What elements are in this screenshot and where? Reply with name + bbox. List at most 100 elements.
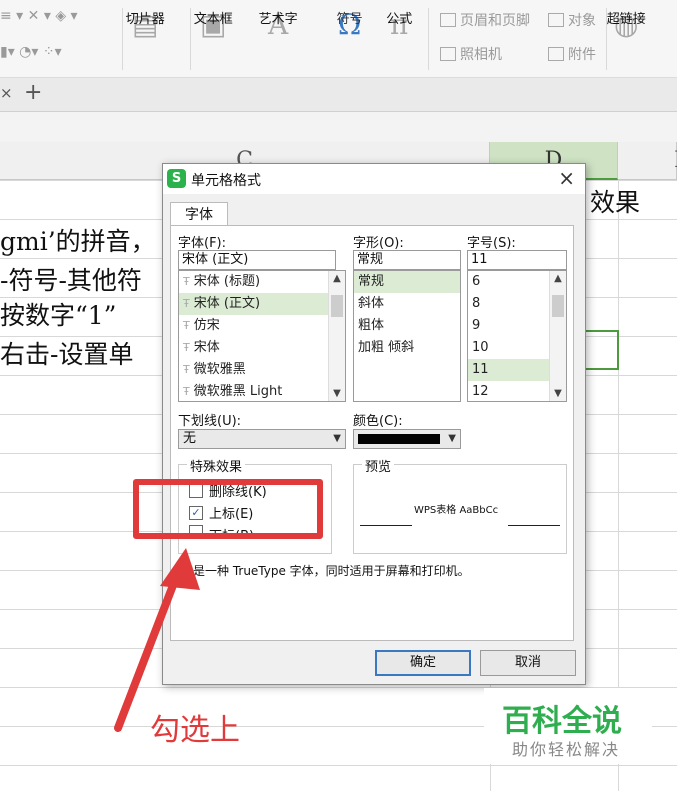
scroll-up-icon[interactable]: ▲ — [329, 273, 345, 284]
font-option: 仿宋 — [193, 318, 220, 333]
size-input[interactable]: 11 — [467, 250, 567, 270]
font-label: 字体(F): — [178, 236, 227, 251]
format-cells-dialog: S 单元格格式 × 字体 字体(F): 宋体 (正文) Ŧ 宋体 (标题) Ŧ 宋体… — [162, 163, 586, 685]
scroll-down-icon[interactable]: ▼ — [550, 388, 566, 399]
truetype-note: 这是一种 TrueType 字体，同时适用于屏幕和打印机。 — [181, 564, 470, 578]
ribbon-separator — [190, 8, 191, 70]
watermark-subtitle: 助你轻松解决 — [512, 740, 621, 759]
textbox-button[interactable]: ▣ 文本框 — [194, 8, 233, 42]
list-item[interactable]: Ŧ 宋体 (正文) — [179, 293, 345, 315]
attachment-button[interactable]: 附件 — [548, 44, 596, 64]
font-list[interactable]: Ŧ 宋体 (标题) Ŧ 宋体 (正文) Ŧ 仿宋 Ŧ 宋体 Ŧ 微软雅黑 Ŧ 微软雅黑 Li… — [178, 270, 346, 402]
cell-text-row2[interactable]: gmi’的拼音， — [0, 222, 156, 258]
list-item[interactable]: 粗体 — [354, 315, 460, 337]
font-option: 微软雅黑 Light — [193, 384, 283, 399]
textbox-label: 文本框 — [193, 12, 233, 27]
size-list-scrollbar[interactable]: ▲ ▼ — [549, 271, 566, 401]
list-item[interactable]: Ŧ 微软雅黑 Light — [179, 381, 345, 401]
wps-app-icon: S — [167, 169, 186, 188]
arttext-label: 艺术字 — [258, 12, 298, 27]
color-label: 颜色(C): — [353, 414, 403, 429]
ribbon-separator — [122, 8, 123, 70]
preview-sample-text: WPS表格 AaBbCc — [414, 505, 499, 516]
slicer-label: 切片器 — [125, 12, 165, 27]
dialog-titlebar[interactable]: S 单元格格式 × — [163, 164, 585, 194]
list-item[interactable]: Ŧ 宋体 (标题) — [179, 271, 345, 293]
cell-d1-text[interactable]: 效果 — [590, 183, 640, 219]
formula-label: 公式 — [386, 12, 413, 27]
chevron-down-icon: ▼ — [448, 433, 456, 444]
annotation-caption: 勾选上 — [150, 713, 240, 748]
chart-icons[interactable]: ▮▾ ◔▾ ⁘▾ — [0, 44, 62, 60]
hyperlink-label: 超链接 — [606, 12, 646, 27]
scroll-down-icon[interactable]: ▼ — [329, 388, 345, 399]
ribbon-separator — [428, 8, 429, 70]
header-footer-button[interactable]: 页眉和页脚 — [440, 10, 530, 30]
slicer-button[interactable]: ▤ 切片器 — [126, 8, 165, 42]
close-tab-icon[interactable]: × — [0, 84, 14, 106]
highlight-box — [133, 479, 323, 539]
attachment-label: 附件 — [568, 47, 596, 63]
camera-button[interactable]: 照相机 — [440, 44, 502, 64]
hyperlink-button[interactable]: ◍ 超链接 — [607, 8, 646, 42]
ok-button[interactable]: 确定 — [375, 650, 471, 676]
list-item[interactable]: 斜体 — [354, 293, 460, 315]
formula-bar-area — [0, 112, 677, 142]
scroll-thumb[interactable] — [552, 295, 564, 317]
column-header-e[interactable]: E — [618, 142, 677, 180]
text-format-icons[interactable]: ≡ ▾ ✕ ▾ ◈ ▾ — [0, 8, 78, 24]
tab-font[interactable]: 字体 — [170, 202, 228, 226]
list-item[interactable]: Ŧ 仿宋 — [179, 315, 345, 337]
symbol-button[interactable]: Ω 符号 — [337, 8, 363, 42]
header-footer-icon — [440, 13, 456, 27]
scroll-thumb[interactable] — [331, 295, 343, 317]
preview-group: 预览 WPS表格 AaBbCc — [353, 456, 567, 554]
special-effects-title: 特殊效果 — [187, 456, 246, 475]
font-list-scrollbar[interactable]: ▲ ▼ — [328, 271, 345, 401]
font-tab-panel: 字体(F): 宋体 (正文) Ŧ 宋体 (标题) Ŧ 宋体 (正文) Ŧ 仿宋 Ŧ 宋体… — [170, 225, 574, 641]
arttext-button[interactable]: A 艺术字 — [259, 8, 298, 42]
preview-baseline-right — [508, 525, 560, 526]
cell-text-row5[interactable]: 右击-设置单 — [0, 335, 133, 371]
dialog-title: 单元格格式 — [191, 173, 261, 189]
font-option: 微软雅黑 — [193, 362, 246, 377]
size-label: 字号(S): — [467, 236, 516, 251]
formula-button[interactable]: π 公式 — [386, 8, 412, 42]
watermark-logo: 百科全说 助你轻松解决 — [484, 688, 652, 764]
list-item[interactable]: 加粗 倾斜 — [354, 337, 460, 359]
object-icon — [548, 13, 564, 27]
close-icon[interactable]: × — [558, 166, 575, 190]
color-swatch — [358, 434, 440, 444]
watermark-title: 百科全说 — [502, 704, 622, 739]
font-option: 宋体 (正文) — [193, 296, 261, 311]
scroll-up-icon[interactable]: ▲ — [550, 273, 566, 284]
underline-value: 无 — [183, 431, 197, 446]
underline-select[interactable]: 无 ▼ — [178, 429, 346, 449]
font-option: 宋体 (标题) — [193, 274, 261, 289]
list-item[interactable]: 常规 — [354, 271, 460, 293]
preview-title: 预览 — [362, 456, 395, 475]
cell-text-row4[interactable]: 按数字“1” — [0, 296, 116, 332]
cell-text-row3[interactable]: -符号-其他符 — [0, 261, 142, 297]
font-option: 宋体 — [193, 340, 220, 355]
attachment-icon — [548, 47, 564, 61]
size-list[interactable]: 6 8 9 10 11 12 ▲ ▼ — [467, 270, 567, 402]
list-item[interactable]: Ŧ 宋体 — [179, 337, 345, 359]
color-select[interactable]: ▼ — [353, 429, 461, 449]
style-label: 字形(O): — [353, 236, 404, 251]
object-label: 对象 — [568, 13, 596, 29]
object-button[interactable]: 对象 — [548, 10, 596, 30]
font-input[interactable]: 宋体 (正文) — [178, 250, 336, 270]
header-footer-label: 页眉和页脚 — [460, 13, 530, 29]
style-input[interactable]: 常规 — [353, 250, 461, 270]
camera-icon — [440, 47, 456, 61]
list-item[interactable]: Ŧ 微软雅黑 — [179, 359, 345, 381]
camera-label: 照相机 — [460, 47, 502, 63]
chevron-down-icon: ▼ — [333, 433, 341, 444]
document-tab-strip: × + — [0, 78, 677, 112]
new-tab-icon[interactable]: + — [24, 80, 42, 105]
underline-label: 下划线(U): — [178, 414, 242, 429]
style-list[interactable]: 常规 斜体 粗体 加粗 倾斜 — [353, 270, 461, 402]
preview-baseline-left — [360, 525, 412, 526]
cancel-button[interactable]: 取消 — [480, 650, 576, 676]
